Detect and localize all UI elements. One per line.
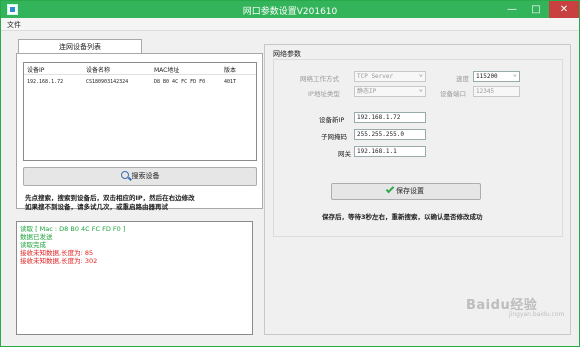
- speed-value: 115200: [476, 73, 498, 80]
- save-hint: 保存后，等待3秒左右，重新搜索，以确认是否修改成功: [322, 213, 483, 221]
- menu-file[interactable]: 文件: [7, 20, 21, 30]
- search-device-label: 搜索设备: [131, 172, 160, 180]
- cell-name: CS180903142324: [86, 79, 129, 85]
- ip-type-label: IP地址类型: [308, 90, 340, 98]
- cell-mac: D8 B0 4C FC FD F0: [154, 79, 206, 85]
- save-settings-label: 保存设置: [396, 187, 424, 195]
- device-list-panel: 设备IP 设备名称 MAC地址 版本 192.168.1.72 CS180903…: [16, 53, 263, 211]
- new-ip-value: 192.168.1.72: [357, 114, 401, 121]
- close-button[interactable]: ✕: [549, 1, 579, 18]
- port-label: 设备端口: [440, 90, 466, 98]
- log-line: 读取 [ Mac : D8 B0 4C FC FD F0 ]: [20, 225, 126, 233]
- mask-input[interactable]: 255.255.255.0: [354, 129, 426, 140]
- speed-select[interactable]: 115200: [473, 70, 520, 82]
- search-hint-2: 如果搜不到设备，请多试几次，或重启路由器再试: [25, 203, 168, 211]
- log-line: 接收未知数据,长度为: 302: [20, 257, 98, 265]
- save-settings-button[interactable]: 保存设置: [331, 183, 481, 200]
- column-header-name[interactable]: 设备名称: [86, 65, 110, 74]
- search-icon: [120, 171, 129, 179]
- new-ip-label: 设备新IP: [319, 116, 345, 124]
- cell-version: 401T: [224, 79, 237, 85]
- gateway-input[interactable]: 192.168.1.1: [354, 146, 426, 157]
- log-output[interactable]: 读取 [ Mac : D8 B0 4C FC FD F0 ] 数据已发送 读取完…: [16, 221, 253, 335]
- device-list-header: 设备IP 设备名称 MAC地址 版本: [24, 63, 256, 75]
- column-header-mac[interactable]: MAC地址: [154, 65, 179, 74]
- ip-type-select[interactable]: 静态IP: [354, 85, 426, 97]
- mask-value: 255.255.255.0: [357, 131, 404, 138]
- network-params-panel: 网络参数 网络工作方式 TCP Server 速度 115200 IP地址类型 …: [264, 44, 571, 335]
- baidu-watermark-url: jingyan.baidu.com: [509, 311, 565, 318]
- speed-label: 速度: [456, 75, 469, 83]
- port-value: 12345: [476, 88, 495, 95]
- log-line: 读取完成: [20, 241, 46, 249]
- log-line: 数据已发送: [20, 233, 53, 241]
- column-header-version[interactable]: 版本: [224, 65, 236, 74]
- maximize-button[interactable]: □: [523, 1, 549, 18]
- log-line: 接收未知数据,长度为: 85: [20, 249, 94, 257]
- ip-type-value: 静态IP: [357, 88, 377, 95]
- gateway-label: 网关: [338, 150, 351, 158]
- gateway-value: 192.168.1.1: [357, 148, 397, 155]
- new-ip-input[interactable]: 192.168.1.72: [354, 112, 426, 123]
- cell-ip: 192.168.1.72: [27, 79, 64, 85]
- search-device-button[interactable]: 搜索设备: [23, 167, 257, 186]
- port-input[interactable]: 12345: [473, 86, 520, 97]
- work-mode-select[interactable]: TCP Server: [354, 70, 426, 82]
- work-mode-value: TCP Server: [357, 73, 394, 80]
- app-window: 网口参数设置V201610 — □ ✕ 文件 连网设备列表 设备IP 设备名称 …: [0, 0, 580, 347]
- work-mode-label: 网络工作方式: [300, 75, 339, 83]
- minimize-button[interactable]: —: [499, 1, 525, 18]
- device-list[interactable]: 设备IP 设备名称 MAC地址 版本 192.168.1.72 CS180903…: [23, 62, 257, 161]
- tab-device-list[interactable]: 连网设备列表: [18, 39, 142, 54]
- check-icon: [385, 184, 395, 194]
- menu-bar: 文件: [1, 18, 579, 31]
- network-params-group: 网络工作方式 TCP Server 速度 115200 IP地址类型 静态IP …: [273, 59, 563, 237]
- window-title: 网口参数设置V201610: [242, 7, 338, 17]
- title-bar[interactable]: 网口参数设置V201610 — □ ✕: [1, 1, 579, 18]
- group-title: 网络参数: [273, 50, 301, 58]
- column-header-ip[interactable]: 设备IP: [27, 65, 44, 74]
- mask-label: 子网掩码: [321, 133, 347, 141]
